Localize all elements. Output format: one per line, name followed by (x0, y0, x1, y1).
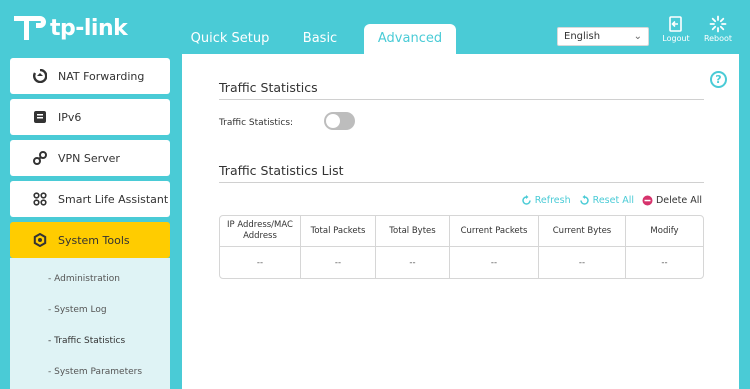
sidebar-item-label: IPv6 (58, 110, 82, 124)
column-header: Total Bytes (376, 216, 450, 247)
table-cell: -- (376, 247, 450, 278)
toggle-knob (326, 114, 340, 128)
logout-label: Logout (662, 34, 690, 43)
tab-basic[interactable]: Basic (292, 24, 348, 54)
table-row: -- -- -- -- -- -- (220, 247, 703, 278)
ipv6-icon (32, 109, 48, 125)
sidebar-item-smart-life-assistant[interactable]: Smart Life Assistant (10, 181, 170, 217)
sidebar-item-label: VPN Server (58, 151, 120, 165)
tp-link-logo-icon (10, 10, 46, 46)
logout-button[interactable]: Logout (659, 14, 693, 43)
divider (219, 99, 704, 100)
table-header-row: IP Address/MAC Address Total Packets Tot… (220, 216, 703, 247)
table-cell: -- (450, 247, 539, 278)
refresh-label: Refresh (534, 195, 571, 206)
delete-all-label: Delete All (655, 195, 702, 206)
brand-name: tp-link (50, 15, 128, 41)
section-title-traffic-statistics-list: Traffic Statistics List (219, 163, 344, 178)
smart-life-icon (32, 191, 48, 207)
reboot-icon (701, 14, 735, 34)
submenu-item-system-parameters[interactable]: - System Parameters (10, 361, 170, 389)
vpn-icon (32, 150, 48, 166)
sidebar: NAT Forwarding IPv6 VPN Server Smart Lif… (10, 58, 170, 389)
nat-icon (32, 68, 48, 84)
submenu-item-administration[interactable]: - Administration (10, 268, 170, 299)
sidebar-item-system-tools[interactable]: System Tools (10, 222, 170, 258)
section-title-traffic-statistics: Traffic Statistics (219, 80, 318, 95)
column-header: Current Packets (450, 216, 539, 247)
column-header: IP Address/MAC Address (220, 216, 301, 247)
column-header: Modify (626, 216, 703, 247)
traffic-statistics-toggle-label: Traffic Statistics: (219, 118, 294, 128)
submenu-item-traffic-statistics[interactable]: - Traffic Statistics (10, 330, 170, 361)
language-selected: English (564, 31, 601, 42)
logout-icon (659, 14, 693, 34)
column-header: Total Packets (301, 216, 376, 247)
delete-all-button[interactable]: Delete All (642, 195, 702, 206)
sidebar-item-vpn-server[interactable]: VPN Server (10, 140, 170, 176)
language-select[interactable]: English ⌄ (557, 27, 649, 46)
traffic-statistics-toggle[interactable] (324, 112, 355, 130)
reset-all-label: Reset All (592, 195, 634, 206)
gear-icon (32, 232, 48, 248)
tab-advanced[interactable]: Advanced (364, 24, 456, 55)
table-cell: -- (539, 247, 626, 278)
divider (219, 182, 704, 183)
table-cell: -- (661, 257, 668, 268)
submenu-item-system-log[interactable]: - System Log (10, 299, 170, 330)
chevron-down-icon: ⌄ (633, 31, 642, 42)
main-panel: ? Traffic Statistics Traffic Statistics:… (182, 54, 739, 389)
table-cell: -- (220, 247, 301, 278)
sidebar-item-label: System Tools (58, 233, 130, 247)
reboot-label: Reboot (703, 34, 733, 43)
reboot-button[interactable]: Reboot (701, 14, 735, 43)
table-actions: Refresh Reset All Delete All (513, 195, 702, 206)
help-icon[interactable]: ? (710, 71, 727, 88)
sidebar-item-ipv6[interactable]: IPv6 (10, 99, 170, 135)
table-cell: -- (301, 247, 376, 278)
sidebar-item-label: Smart Life Assistant (58, 192, 169, 206)
reset-all-button[interactable]: Reset All (579, 195, 634, 206)
sidebar-item-nat-forwarding[interactable]: NAT Forwarding (10, 58, 170, 94)
refresh-icon (521, 195, 532, 206)
traffic-statistics-table: IP Address/MAC Address Total Packets Tot… (219, 215, 704, 279)
tp-link-logo: tp-link (10, 10, 128, 46)
tab-quick-setup[interactable]: Quick Setup (183, 24, 277, 54)
sidebar-item-label: NAT Forwarding (58, 69, 145, 83)
refresh-button[interactable]: Refresh (521, 195, 571, 206)
delete-icon (642, 195, 653, 206)
reset-icon (579, 195, 590, 206)
column-header: Current Bytes (539, 216, 626, 247)
system-tools-submenu: - Administration - System Log - Traffic … (10, 258, 170, 389)
